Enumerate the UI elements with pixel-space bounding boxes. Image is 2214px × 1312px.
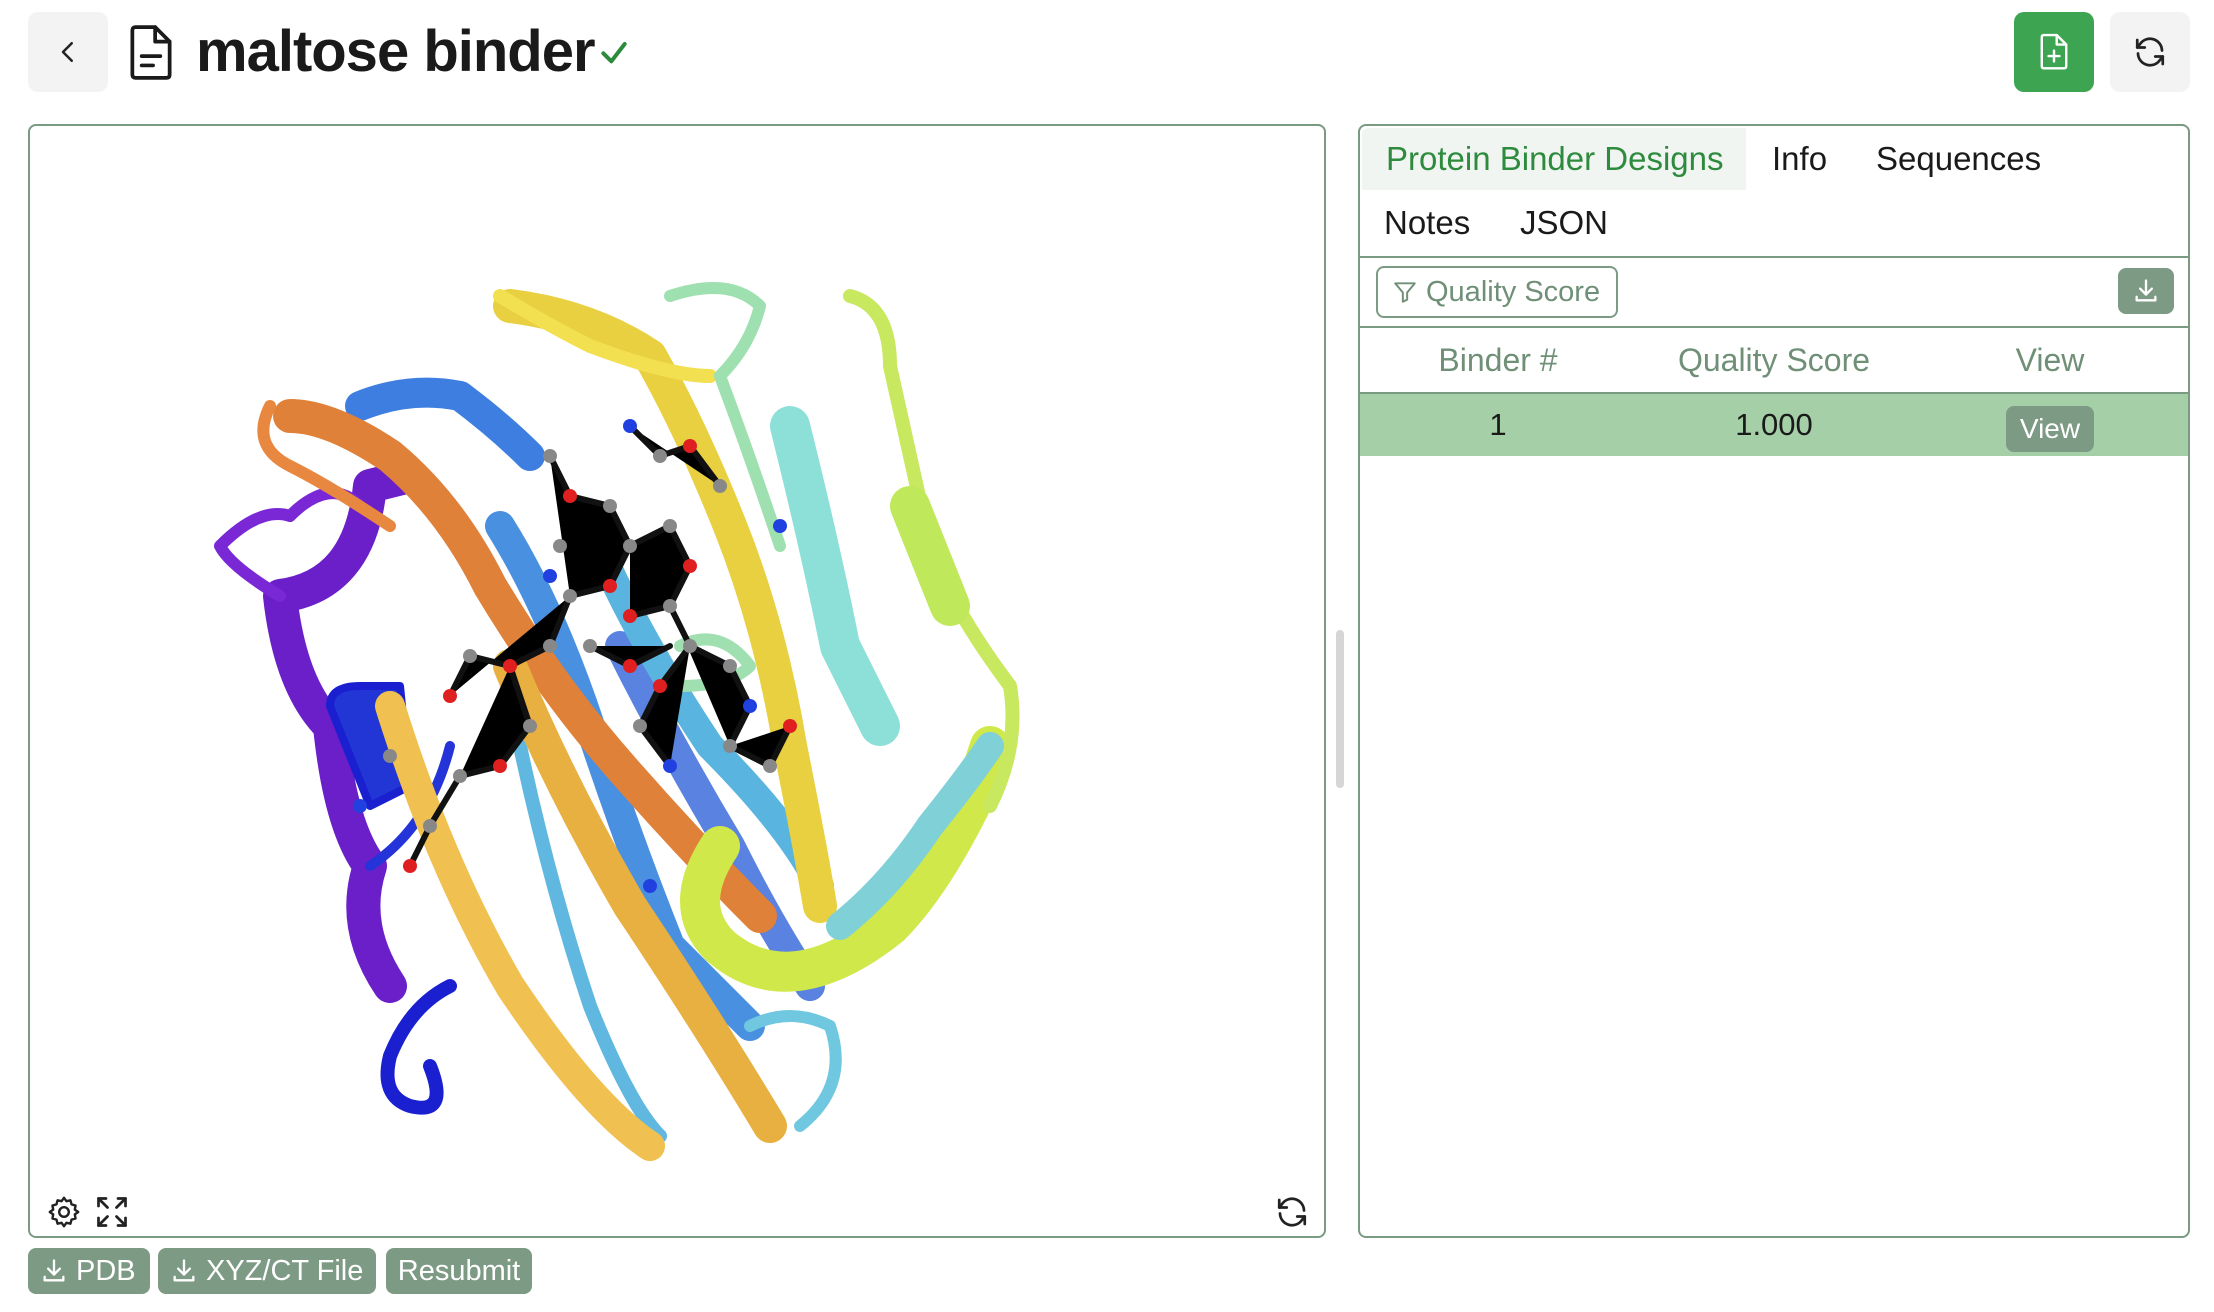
back-button[interactable]	[28, 12, 108, 92]
chevron-left-icon	[61, 42, 73, 62]
settings-icon[interactable]	[46, 1194, 82, 1230]
molecule-viewer[interactable]	[28, 124, 1326, 1238]
protein-structure-render[interactable]	[30, 126, 1326, 1238]
table-header: Binder # Quality Score View	[1360, 328, 2188, 392]
panel-resize-handle[interactable]	[1336, 630, 1344, 788]
results-panel: Protein Binder Designs Info Sequences No…	[1358, 124, 2190, 1238]
column-header-quality-score[interactable]: Quality Score	[1636, 328, 1912, 392]
tab-json[interactable]: JSON	[1520, 192, 1608, 254]
download-icon	[43, 1259, 65, 1282]
download-icon	[173, 1259, 195, 1282]
document-icon	[130, 25, 172, 80]
expand-icon[interactable]	[94, 1194, 130, 1230]
binder-number-cell: 1	[1489, 407, 1507, 442]
download-table-button[interactable]	[2118, 268, 2174, 314]
resubmit-button[interactable]: Resubmit	[386, 1248, 532, 1294]
tab-info[interactable]: Info	[1772, 128, 1827, 190]
download-pdb-label: PDB	[76, 1254, 136, 1287]
filter-label: Quality Score	[1426, 275, 1601, 308]
download-xyz-button[interactable]: XYZ/CT File	[158, 1248, 376, 1294]
tab-notes[interactable]: Notes	[1384, 192, 1470, 254]
column-header-binder[interactable]: Binder #	[1360, 328, 1636, 392]
download-icon	[2135, 279, 2157, 302]
tab-protein-binder-designs[interactable]: Protein Binder Designs	[1362, 128, 1746, 190]
refresh-button[interactable]	[2110, 12, 2190, 92]
table-row[interactable]: 1 1.000 View	[1360, 394, 2188, 456]
reset-view-icon[interactable]	[1274, 1194, 1310, 1230]
view-button[interactable]: View	[2006, 406, 2094, 452]
download-pdb-button[interactable]: PDB	[28, 1248, 150, 1294]
quality-score-cell: 1.000	[1735, 407, 1813, 442]
filter-icon	[1394, 282, 1416, 303]
refresh-icon	[2135, 37, 2165, 67]
download-xyz-label: XYZ/CT File	[206, 1254, 364, 1287]
file-plus-icon	[2040, 33, 2068, 70]
check-icon	[601, 42, 627, 64]
tab-sequences[interactable]: Sequences	[1876, 128, 2041, 190]
page-title: maltose binder	[196, 19, 596, 84]
resubmit-label: Resubmit	[397, 1254, 521, 1287]
column-header-view: View	[2015, 342, 2085, 378]
tab-divider	[1360, 256, 2188, 258]
new-document-button[interactable]	[2014, 12, 2094, 92]
filter-button[interactable]: Quality Score	[1376, 266, 1618, 318]
